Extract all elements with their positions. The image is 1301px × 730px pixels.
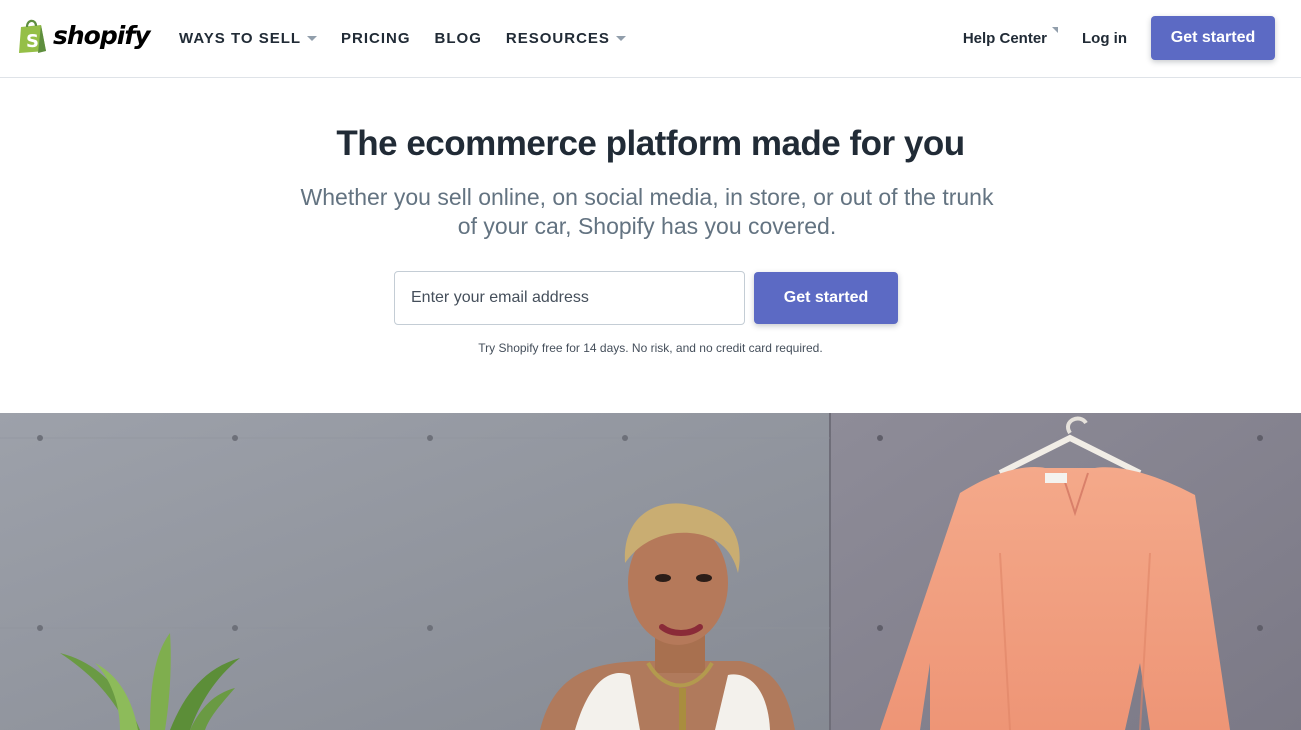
nav-item-blog[interactable]: BLOG: [435, 30, 482, 47]
signup-form: Get started: [394, 271, 898, 325]
nav-item-label: WAYS TO SELL: [179, 29, 302, 47]
hero-title: The ecommerce platform made for you: [336, 124, 965, 163]
header-get-started-button[interactable]: Get started: [1151, 16, 1275, 60]
nav-item-resources[interactable]: RESOURCES: [506, 30, 626, 47]
nav-item-label: PRICING: [341, 29, 411, 47]
login-link[interactable]: Log in: [1082, 30, 1127, 47]
hero-get-started-button[interactable]: Get started: [754, 272, 898, 324]
svg-text:S: S: [26, 31, 39, 52]
nav-item-pricing[interactable]: PRICING: [341, 30, 411, 47]
chevron-down-icon: [307, 36, 318, 41]
nav-item-label: BLOG: [434, 29, 482, 47]
logo-wordmark: shopify: [53, 21, 150, 50]
chevron-down-icon: [615, 36, 626, 41]
hero-image: [0, 413, 1301, 730]
email-input[interactable]: [394, 271, 745, 325]
hero-subtitle: Whether you sell online, on social media…: [300, 184, 994, 239]
nav-item-label: RESOURCES: [505, 29, 610, 47]
trial-disclaimer: Try Shopify free for 14 days. No risk, a…: [478, 341, 823, 355]
help-center-link[interactable]: Help Center: [962, 26, 1058, 47]
shopify-logo[interactable]: S shopify: [17, 18, 150, 54]
header-actions: Help Center Log in Get started: [963, 16, 1275, 60]
nav-item-ways-to-sell[interactable]: WAYS TO SELL: [179, 29, 318, 47]
main-nav: WAYS TO SELL PRICING BLOG RESOURCES: [179, 27, 650, 49]
external-link-icon: [1052, 26, 1058, 33]
help-center-label: Help Center: [962, 29, 1047, 47]
shopping-bag-icon: S: [19, 19, 46, 53]
site-header: S shopify WAYS TO SELL PRICING BLOG RESO…: [0, 0, 1301, 78]
